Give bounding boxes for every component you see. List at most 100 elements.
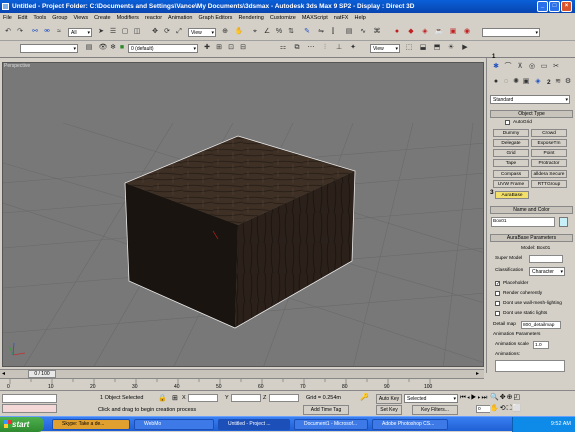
- x-coordinate-field[interactable]: [188, 394, 218, 402]
- quick-render-icon[interactable]: ☕: [434, 27, 444, 37]
- grid-button[interactable]: Grid: [493, 149, 529, 157]
- menu-customize[interactable]: Customize: [267, 13, 299, 23]
- array-icon[interactable]: ⚏: [278, 43, 288, 53]
- lock-selection-icon[interactable]: 🔒: [158, 394, 167, 402]
- render-production-icon[interactable]: ◉: [462, 27, 472, 37]
- placeholder-checkbox[interactable]: ✓: [495, 281, 500, 287]
- time-slider-thumb[interactable]: 0 / 100: [28, 370, 56, 378]
- animation-scale-field[interactable]: 1.0: [533, 341, 549, 349]
- menu-rendering[interactable]: Rendering: [235, 13, 266, 23]
- exposetm-button[interactable]: ExposeTm: [531, 139, 567, 147]
- place-highlight-icon[interactable]: ✦: [348, 43, 358, 53]
- menu-reactor[interactable]: reactor: [142, 13, 165, 23]
- pivot-center-icon[interactable]: ⊕: [220, 27, 230, 37]
- percent-snap-icon[interactable]: %: [274, 27, 284, 37]
- systems-icon[interactable]: ⚙: [563, 77, 573, 87]
- set-current-layer-icon[interactable]: ⊟: [238, 43, 248, 53]
- select-manipulate-icon[interactable]: ✋: [234, 27, 244, 37]
- crowd-button[interactable]: Crowd: [531, 129, 567, 137]
- rttgroup-button[interactable]: RTTGroup: [531, 180, 567, 188]
- redo-icon[interactable]: ↷: [15, 27, 25, 37]
- render-last-icon[interactable]: ▣: [448, 27, 458, 37]
- wallmesh-checkbox[interactable]: [495, 301, 500, 306]
- region-select-icon[interactable]: ▢: [120, 27, 130, 37]
- maxscript-listener-field[interactable]: [2, 394, 57, 403]
- maxscript-output-field[interactable]: [2, 404, 57, 413]
- tape-button[interactable]: Tape: [493, 159, 529, 167]
- maximize-button[interactable]: □: [549, 1, 560, 12]
- motion-tab-icon[interactable]: ◎: [527, 62, 537, 72]
- object-type-rollout[interactable]: Object Type: [490, 110, 573, 118]
- close-button[interactable]: ×: [561, 1, 572, 12]
- viewport-label[interactable]: Perspective: [4, 63, 30, 69]
- menu-help[interactable]: Help: [351, 13, 368, 23]
- spacing-tool-icon[interactable]: ⋯: [306, 43, 316, 53]
- task-3dsmax[interactable]: Untitled - Project ...: [218, 419, 290, 430]
- task-skype[interactable]: Skype: Take a de...: [52, 419, 130, 430]
- task-word[interactable]: Document1 - Microsof...: [294, 419, 368, 430]
- object-category-dropdown[interactable]: Standard: [490, 95, 570, 104]
- layers-icon[interactable]: ▤: [84, 43, 94, 53]
- detail-map-field[interactable]: 800_detailmap: [521, 321, 561, 329]
- menu-modifiers[interactable]: Modifiers: [114, 13, 142, 23]
- material-editor-icon[interactable]: ●: [392, 27, 402, 37]
- utilities-tab-icon[interactable]: ✂: [551, 62, 561, 72]
- video-post-icon[interactable]: ▶: [460, 43, 470, 53]
- menu-group[interactable]: Group: [49, 13, 70, 23]
- snapshot-icon[interactable]: ⧉: [292, 43, 302, 53]
- next-frame-icon[interactable]: ▸: [476, 370, 479, 377]
- current-layer-dropdown[interactable]: 0 (default): [128, 44, 198, 53]
- render-coherently-checkbox[interactable]: [495, 291, 500, 296]
- prev-frame-icon[interactable]: ◂: [2, 370, 5, 377]
- menu-create[interactable]: Create: [91, 13, 114, 23]
- task-photoshop[interactable]: Adobe Photoshop CS...: [372, 419, 448, 430]
- super-model-field[interactable]: [529, 255, 563, 263]
- add-time-tag-button[interactable]: Add Time Tag: [303, 405, 349, 415]
- auto-key-button[interactable]: Auto Key: [376, 394, 402, 404]
- curve-editor-icon[interactable]: ∿: [358, 27, 368, 37]
- compass-button[interactable]: Compass: [493, 170, 529, 178]
- menu-views[interactable]: Views: [71, 13, 92, 23]
- mirror-icon[interactable]: ⇋: [316, 27, 326, 37]
- select-by-name-icon[interactable]: ☰: [108, 27, 118, 37]
- hierarchy-tab-icon[interactable]: ⊼: [515, 62, 525, 72]
- protractor-button[interactable]: Protractor: [531, 159, 567, 167]
- minimize-button[interactable]: _: [537, 1, 548, 12]
- time-slider[interactable]: 0 / 100 ◂ ▸: [0, 369, 484, 378]
- render-blowup-icon[interactable]: ⬒: [432, 43, 442, 53]
- reference-coord-dropdown[interactable]: View: [188, 28, 216, 37]
- animations-list[interactable]: [495, 360, 565, 372]
- menu-animation[interactable]: Animation: [165, 13, 195, 23]
- align-icon[interactable]: ⫿: [328, 27, 338, 37]
- named-selection-icon[interactable]: ✎: [302, 27, 312, 37]
- classification-dropdown[interactable]: Character: [529, 267, 565, 276]
- rotate-icon[interactable]: ⟳: [162, 27, 172, 37]
- perspective-viewport[interactable]: [2, 62, 484, 367]
- key-mode-dropdown[interactable]: Selected: [404, 394, 458, 403]
- display-tab-icon[interactable]: ▭: [539, 62, 549, 72]
- menu-natfx[interactable]: natFX: [331, 13, 352, 23]
- create-layer-icon[interactable]: ✚: [202, 43, 212, 53]
- pan-orbit-icon[interactable]: ✋⟲⛶⬜: [490, 404, 522, 413]
- schematic-view-icon[interactable]: ⌘: [372, 27, 382, 37]
- key-filters-button[interactable]: Key Filters...: [412, 405, 458, 415]
- menu-edit[interactable]: Edit: [15, 13, 30, 23]
- bind-space-warp-icon[interactable]: ≈: [54, 27, 64, 37]
- create-tab-icon[interactable]: ✱: [491, 62, 501, 72]
- select-object-icon[interactable]: ➤: [96, 27, 106, 37]
- selection-filter-dropdown[interactable]: All: [68, 28, 92, 37]
- y-coordinate-field[interactable]: [231, 394, 261, 402]
- visibility-icon[interactable]: 👁: [98, 43, 108, 53]
- menu-maxscript[interactable]: MAXScript: [299, 13, 331, 23]
- delegate-button[interactable]: Delegate: [493, 139, 529, 147]
- render-type-dropdown[interactable]: View: [370, 44, 400, 53]
- aurabase-button[interactable]: AuraBase: [495, 191, 529, 199]
- render-frame-icon[interactable]: ◈: [420, 27, 430, 37]
- object-name-field[interactable]: Box01: [491, 217, 555, 227]
- render-crop-icon[interactable]: ⬓: [418, 43, 428, 53]
- named-selection-dropdown[interactable]: [20, 44, 78, 53]
- render-setup-icon[interactable]: ◆: [406, 27, 416, 37]
- select-in-layer-icon[interactable]: ⊡: [226, 43, 236, 53]
- point-button[interactable]: Point: [531, 149, 567, 157]
- helpers-icon[interactable]: ◈: [533, 77, 543, 87]
